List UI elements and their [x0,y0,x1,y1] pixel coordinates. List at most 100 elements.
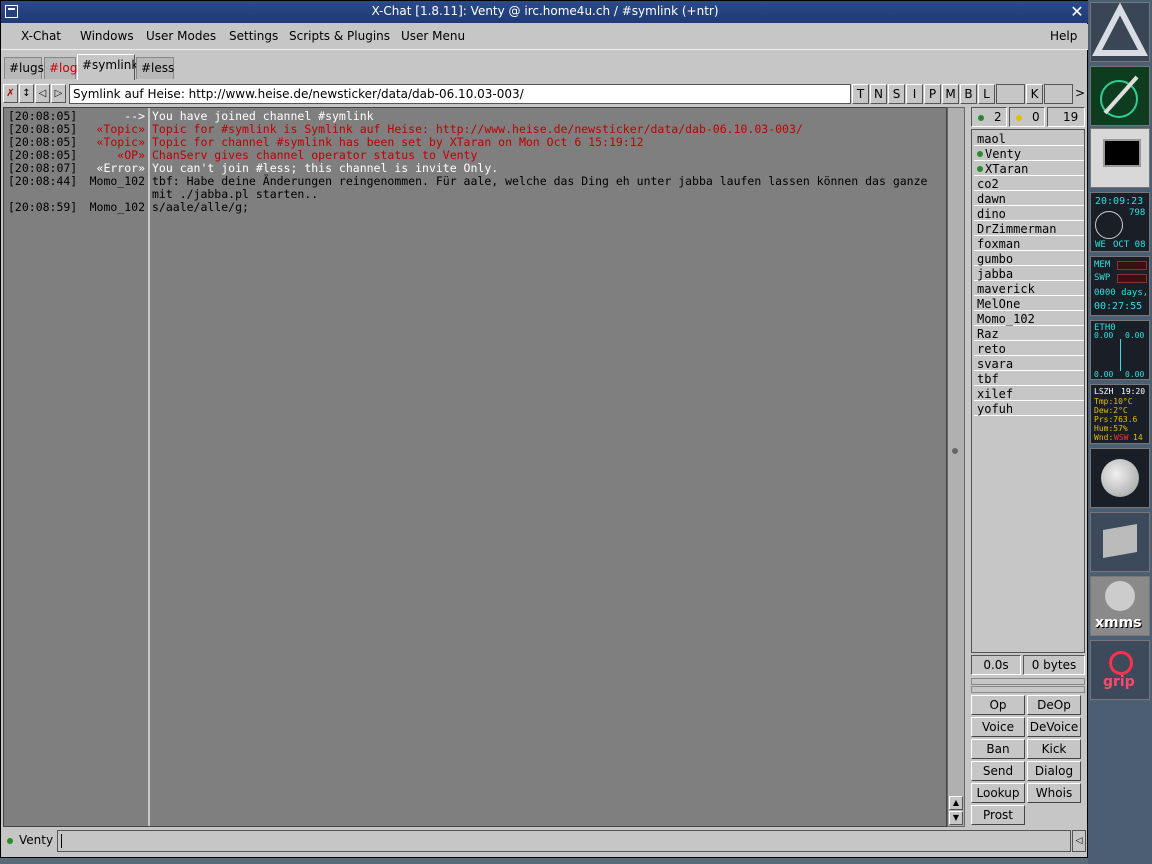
mode-l-button[interactable]: L [978,84,995,104]
scroll-thumb-icon[interactable] [952,448,958,454]
moon-icon [1101,459,1139,497]
user-name: gumbo [977,252,1014,266]
whois-button[interactable]: Whois [1027,783,1081,803]
user-list-item[interactable]: Raz [974,327,1084,341]
user-list-item[interactable]: svara [974,357,1084,371]
terminal-launcher-icon[interactable] [1090,128,1150,188]
user-list-item[interactable]: maol [974,132,1084,146]
send-button[interactable]: Send [971,761,1025,781]
dialog-button[interactable]: Dialog [1027,761,1081,781]
mode-m-button[interactable]: M [942,84,959,104]
user-list-item[interactable]: jabba [974,267,1084,281]
mode-i-button[interactable]: I [906,84,923,104]
chat-text-area[interactable]: [20:08:05] --> You have joined channel #s… [3,107,947,827]
mode-p-button[interactable]: P [924,84,941,104]
network-dockapp[interactable]: ETH0 0.00 0.00 0.00 0.00 [1090,320,1150,380]
wx-dewpoint: Dew:2°C [1094,406,1128,415]
user-list-item[interactable]: foxman [974,237,1084,251]
weather-dockapp[interactable]: LSZH 19:20 Tmp:10°C Dew:2°C Prs:763.6 Hu… [1090,384,1150,444]
deop-button[interactable]: DeOp [1027,695,1081,715]
user-name: maverick [977,282,1035,296]
nick-separator[interactable] [148,108,150,826]
memory-uptime-dockapp[interactable]: MEM SWP 0000 days, 00:27:55 [1090,256,1150,316]
chat-scrollbar[interactable]: ▲ ▼ [947,107,965,827]
op-icon [977,166,983,172]
user-list-item[interactable]: dawn [974,192,1084,206]
wm-logo-icon[interactable] [1090,2,1150,62]
user-list-item[interactable]: xilef [974,387,1084,401]
swp-bar [1117,274,1147,283]
devoice-button[interactable]: DeVoice [1027,717,1081,737]
voice-button[interactable]: Voice [971,717,1025,737]
user-list-item[interactable]: Venty [974,147,1084,161]
topic-bar: ✗ ↕ ◁ ▷ Symlink auf Heise: http://www.he… [3,83,1087,105]
grip-launcher[interactable]: grip [1090,640,1150,700]
moon-dockapp[interactable] [1090,448,1150,508]
clock-number: 798 [1129,208,1146,218]
user-list-item[interactable]: yofuh [974,402,1084,416]
title-bar[interactable]: X-Chat [1.8.11]: Venty @ irc.home4u.ch /… [1,1,1089,23]
scroll-down-icon[interactable]: ▼ [949,811,963,825]
tab-lugs[interactable]: #lugs [4,57,44,79]
menu-xchat[interactable]: X-Chat [21,29,61,43]
grip-label: grip [1103,674,1135,690]
mode-b-button[interactable]: B [960,84,977,104]
monitor-icon [1103,139,1141,167]
user-list-item[interactable]: tbf [974,372,1084,386]
next-tab-icon[interactable]: ▷ [51,84,66,103]
user-list-item[interactable]: Momo_102 [974,312,1084,326]
clock-dockapp[interactable]: 20:09:23 798 WE OCT 08 [1090,192,1150,252]
scroll-up-icon[interactable]: ▲ [949,796,963,810]
nick-indicator[interactable]: Venty [3,830,57,852]
user-list-item[interactable]: maverick [974,282,1084,296]
pager-launcher-icon[interactable] [1090,512,1150,572]
tab-log[interactable]: #log [44,57,77,79]
mode-t-button[interactable]: T [852,84,869,104]
voice-count: 0 [1032,110,1040,124]
detach-icon[interactable]: ↕ [19,84,34,103]
menu-user-menu[interactable]: User Menu [401,29,465,43]
user-name: MelOne [977,297,1021,311]
user-list-item[interactable]: reto [974,342,1084,356]
user-list-item[interactable]: co2 [974,177,1084,191]
total-count: 19 [1063,110,1079,124]
user-list-item[interactable]: MelOne [974,297,1084,311]
ops-count: 2 [994,110,1002,124]
op-button[interactable]: Op [971,695,1025,715]
input-scroll-left-icon[interactable]: ◁ [1072,830,1086,852]
xmms-launcher[interactable]: xmms [1090,576,1150,636]
topic-input[interactable]: Symlink auf Heise: http://www.heise.de/n… [69,84,851,104]
ban-button[interactable]: Ban [971,739,1025,759]
message-input[interactable] [57,830,1071,852]
nick[interactable]: Momo_102 [4,201,145,214]
mode-s-button[interactable]: S [888,84,905,104]
mode-n-button[interactable]: N [870,84,887,104]
menu-scripts-plugins[interactable]: Scripts & Plugins [289,29,390,43]
op-status-icon [7,838,13,844]
close-icon[interactable]: ✕ [1068,3,1086,21]
lookup-button[interactable]: Lookup [971,783,1025,803]
user-list[interactable]: maol Venty XTaran co2 dawn dino DrZimmerman fox… [971,129,1085,653]
nick[interactable]: Momo_102 [4,175,145,188]
launcher-guitar-icon[interactable] [1090,66,1150,126]
mode-k-button[interactable]: K [1026,84,1043,104]
key-field[interactable] [1044,84,1073,104]
user-list-item[interactable]: XTaran [974,162,1084,176]
limit-field[interactable] [996,84,1025,104]
prev-tab-icon[interactable]: ◁ [35,84,50,103]
menu-user-modes[interactable]: User Modes [146,29,216,43]
more-modes-icon[interactable]: > [1073,84,1087,104]
menu-settings[interactable]: Settings [229,29,278,43]
close-tab-icon[interactable]: ✗ [3,84,18,103]
menu-help[interactable]: Help [1050,29,1077,43]
user-list-item[interactable]: gumbo [974,252,1084,266]
tab-less[interactable]: #less [136,57,174,79]
menu-windows[interactable]: Windows [80,29,134,43]
lag-meter: 0.0s 0 bytes [971,655,1085,677]
user-list-item[interactable]: dino [974,207,1084,221]
chat-line: mit ./jabba.pl starten.. [4,188,946,201]
kick-button[interactable]: Kick [1027,739,1081,759]
tab-symlink[interactable]: #symlink [77,54,138,80]
user-list-item[interactable]: DrZimmerman [974,222,1084,236]
prost-button[interactable]: Prost [971,805,1025,825]
